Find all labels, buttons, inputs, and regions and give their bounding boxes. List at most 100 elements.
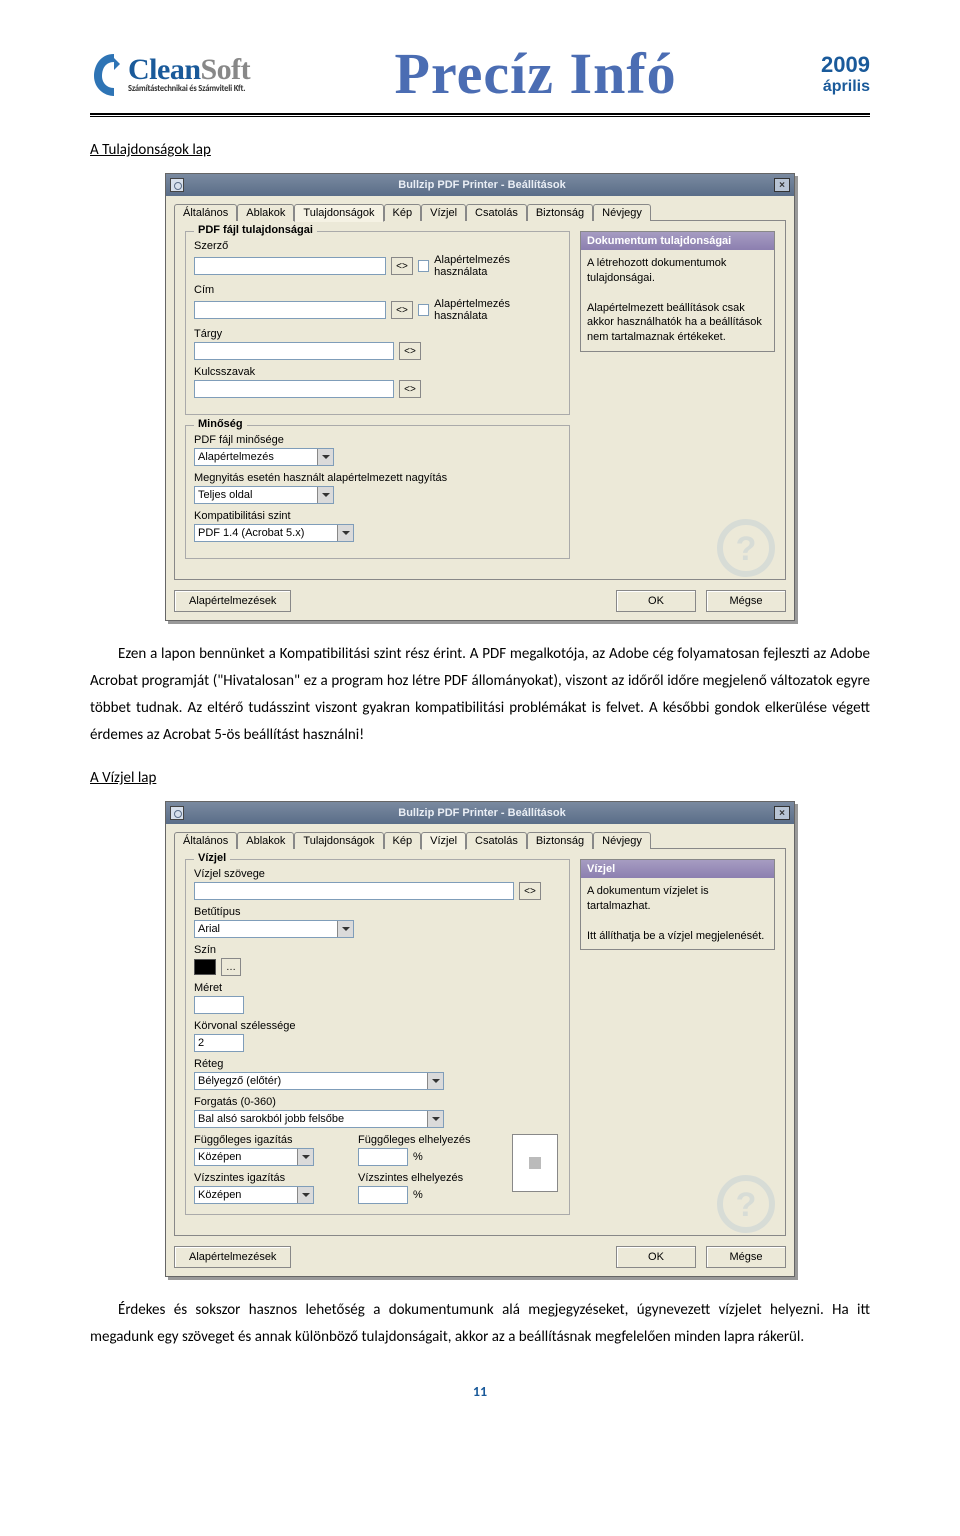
tab-watermark[interactable]: Vízjel bbox=[421, 832, 466, 850]
defaults-button[interactable]: Alapértelmezések bbox=[174, 590, 291, 612]
pdf-quality-select[interactable]: Alapértelmezés bbox=[194, 448, 334, 466]
logo-company-name: CleanSoft bbox=[128, 53, 250, 87]
voffset-input[interactable] bbox=[358, 1148, 408, 1166]
wm-outline-input[interactable] bbox=[194, 1034, 244, 1052]
wm-text-input[interactable] bbox=[194, 882, 514, 900]
tab-merge[interactable]: Csatolás bbox=[466, 832, 527, 849]
cancel-button[interactable]: Mégse bbox=[706, 590, 786, 612]
body-paragraph: Ezen a lapon bennünket a Kompatibilitási… bbox=[90, 641, 870, 749]
section-title-properties: A Tulajdonságok lap bbox=[90, 141, 870, 159]
hoffset-input[interactable] bbox=[358, 1186, 408, 1204]
label-hoffset: Vízszintes elhelyezés bbox=[358, 1172, 498, 1184]
group-pdf-file-props: PDF fájl tulajdonságai Szerző <> Alapért… bbox=[185, 231, 570, 415]
label-subject: Tárgy bbox=[194, 328, 561, 340]
label-author: Szerző bbox=[194, 240, 561, 252]
macro-button[interactable]: <> bbox=[391, 257, 412, 275]
default-checkbox[interactable] bbox=[418, 260, 430, 272]
wm-font-select[interactable]: Arial bbox=[194, 920, 354, 938]
wm-layer-select[interactable]: Bélyegző (előtér) bbox=[194, 1072, 444, 1090]
svg-text:?: ? bbox=[736, 530, 757, 568]
tab-watermark[interactable]: Vízjel bbox=[421, 204, 466, 221]
chevron-down-icon bbox=[337, 525, 353, 541]
tab-security[interactable]: Biztonság bbox=[527, 204, 593, 221]
label-halign: Vízszintes igazítás bbox=[194, 1172, 344, 1184]
macro-button[interactable]: <> bbox=[519, 882, 541, 900]
page-header: CleanSoft Számítástechnikai és Számvitel… bbox=[90, 40, 870, 107]
default-checkbox[interactable] bbox=[418, 304, 430, 316]
label-valign: Függőleges igazítás bbox=[194, 1134, 344, 1146]
chevron-down-icon bbox=[297, 1149, 313, 1165]
author-input[interactable] bbox=[194, 257, 386, 275]
tab-security[interactable]: Biztonság bbox=[527, 832, 593, 849]
wm-size-input[interactable] bbox=[194, 996, 244, 1014]
help-icon: ? bbox=[716, 1174, 776, 1234]
label-wm-rotation: Forgatás (0-360) bbox=[194, 1096, 561, 1108]
label-pct: % bbox=[413, 1151, 423, 1163]
app-icon bbox=[170, 178, 184, 192]
chevron-down-icon bbox=[297, 1187, 313, 1203]
tab-windows[interactable]: Ablakok bbox=[237, 204, 294, 221]
halign-select[interactable]: Középen bbox=[194, 1186, 314, 1204]
label-title: Cím bbox=[194, 284, 561, 296]
tab-properties[interactable]: Tulajdonságok bbox=[294, 204, 383, 222]
preview-thumbnail bbox=[512, 1134, 558, 1192]
keywords-input[interactable] bbox=[194, 380, 394, 398]
compat-select[interactable]: PDF 1.4 (Acrobat 5.x) bbox=[194, 524, 354, 542]
label-wm-font: Betűtípus bbox=[194, 906, 561, 918]
label-wm-color: Szín bbox=[194, 944, 561, 956]
tabs: Általános Ablakok Tulajdonságok Kép Vízj… bbox=[174, 204, 786, 221]
tab-about[interactable]: Névjegy bbox=[593, 204, 651, 221]
label-default-zoom: Megnyitás esetén használt alapértelmezet… bbox=[194, 472, 561, 484]
info-panel: Dokumentum tulajdonságai A létrehozott d… bbox=[580, 231, 775, 352]
cancel-button[interactable]: Mégse bbox=[706, 1246, 786, 1268]
label-use-default: Alapértelmezés használata bbox=[434, 298, 561, 322]
tabs: Általános Ablakok Tulajdonságok Kép Vízj… bbox=[174, 832, 786, 849]
chevron-down-icon bbox=[427, 1073, 443, 1089]
tab-general[interactable]: Általános bbox=[174, 204, 237, 221]
tab-image[interactable]: Kép bbox=[384, 832, 422, 849]
close-icon[interactable]: × bbox=[774, 178, 790, 192]
group-quality: Minőség PDF fájl minősége Alapértelmezés… bbox=[185, 425, 570, 559]
preview-mark-icon bbox=[529, 1157, 541, 1169]
ok-button[interactable]: OK bbox=[616, 1246, 696, 1268]
label-use-default: Alapértelmezés használata bbox=[434, 254, 561, 278]
macro-button[interactable]: <> bbox=[399, 380, 421, 398]
label-pct: % bbox=[413, 1189, 423, 1201]
dialog-title: Bullzip PDF Printer - Beállítások bbox=[190, 179, 774, 191]
group-legend: Minőség bbox=[194, 418, 247, 430]
section-title-watermark: A Vízjel lap bbox=[90, 769, 870, 787]
dialog-titlebar[interactable]: Bullzip PDF Printer - Beállítások × bbox=[166, 174, 794, 196]
info-panel: Vízjel A dokumentum vízjelet is tartalma… bbox=[580, 859, 775, 950]
tab-merge[interactable]: Csatolás bbox=[466, 204, 527, 221]
tab-about[interactable]: Névjegy bbox=[593, 832, 651, 849]
logo-mark-icon bbox=[90, 50, 126, 98]
default-zoom-select[interactable]: Teljes oldal bbox=[194, 486, 334, 504]
tab-general[interactable]: Általános bbox=[174, 832, 237, 849]
group-legend: Vízjel bbox=[194, 852, 230, 864]
color-pick-button[interactable]: … bbox=[221, 958, 241, 976]
label-wm-size: Méret bbox=[194, 982, 561, 994]
dialog-titlebar[interactable]: Bullzip PDF Printer - Beállítások × bbox=[166, 802, 794, 824]
defaults-button[interactable]: Alapértelmezések bbox=[174, 1246, 291, 1268]
tab-image[interactable]: Kép bbox=[384, 204, 422, 221]
logo-cleansoft: CleanSoft Számítástechnikai és Számvitel… bbox=[90, 50, 250, 98]
info-head: Dokumentum tulajdonságai bbox=[581, 232, 774, 250]
valign-select[interactable]: Középen bbox=[194, 1148, 314, 1166]
macro-button[interactable]: <> bbox=[391, 301, 412, 319]
group-watermark: Vízjel Vízjel szövege <> Betűtípus bbox=[185, 859, 570, 1215]
color-swatch bbox=[194, 959, 216, 975]
close-icon[interactable]: × bbox=[774, 806, 790, 820]
dialog-properties: Bullzip PDF Printer - Beállítások × Álta… bbox=[165, 173, 795, 621]
macro-button[interactable]: <> bbox=[399, 342, 421, 360]
tab-properties[interactable]: Tulajdonságok bbox=[294, 832, 383, 849]
subject-input[interactable] bbox=[194, 342, 394, 360]
title-input[interactable] bbox=[194, 301, 386, 319]
dialog-watermark: Bullzip PDF Printer - Beállítások × Álta… bbox=[165, 801, 795, 1277]
divider bbox=[90, 113, 870, 115]
date-box: 2009 április bbox=[821, 52, 870, 96]
wm-rotation-select[interactable]: Bal alsó sarokból jobb felsőbe bbox=[194, 1110, 444, 1128]
chevron-down-icon bbox=[317, 487, 333, 503]
date-month: április bbox=[821, 78, 870, 96]
tab-windows[interactable]: Ablakok bbox=[237, 832, 294, 849]
ok-button[interactable]: OK bbox=[616, 590, 696, 612]
